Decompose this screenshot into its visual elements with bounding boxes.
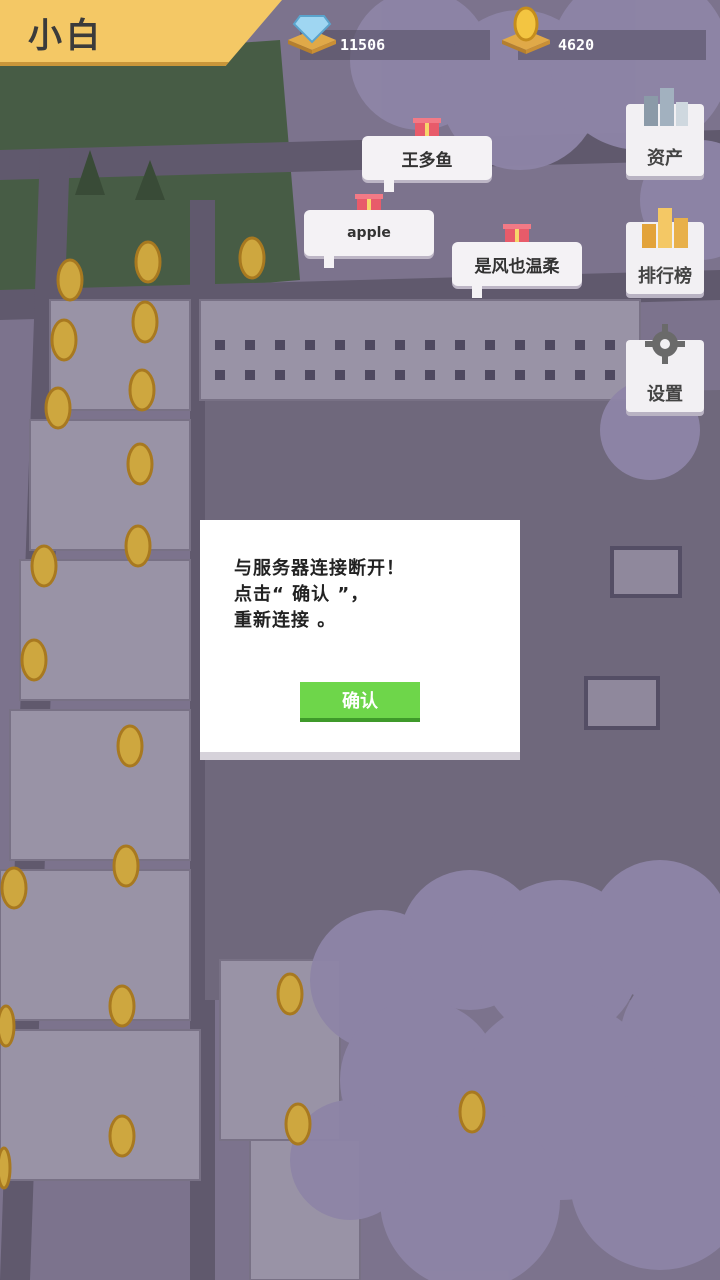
leaderboard-label: 排行榜: [638, 266, 692, 287]
player-bubble[interactable]: apple: [304, 210, 434, 268]
diamond-count: 11506: [340, 36, 386, 54]
player-bubble-name: 是风也温柔: [474, 256, 560, 277]
settings-button[interactable]: 设置: [626, 324, 704, 412]
player-bubble[interactable]: 是风也温柔: [452, 242, 582, 298]
disconnect-dialog: 与服务器连接断开！ 点击“ 确认 ”， 重新连接 。 确认: [200, 520, 520, 752]
assets-label: 资产: [647, 148, 683, 169]
confirm-button[interactable]: 确认: [300, 682, 420, 718]
gear-icon: [645, 324, 685, 364]
dialog-line: 重新连接 。: [234, 610, 337, 631]
dialog-line: 点击“ 确认 ”，: [234, 584, 370, 605]
coin-stack-icon: [502, 6, 550, 54]
dialog-message: 与服务器连接断开！ 点击“ 确认 ”， 重新连接 。: [234, 556, 405, 634]
dialog-line: 与服务器连接断开！: [234, 558, 405, 579]
buildings-icon: [644, 88, 688, 126]
assets-button[interactable]: 资产: [626, 88, 704, 176]
player-bubble[interactable]: 王多鱼: [362, 136, 492, 192]
leaderboard-button[interactable]: 排行榜: [626, 208, 704, 294]
settings-label: 设置: [647, 384, 683, 405]
player-name: 小白: [28, 16, 104, 56]
diamond-icon: [288, 15, 336, 54]
coin-count: 4620: [558, 36, 595, 54]
player-bubble-name: 王多鱼: [401, 150, 453, 171]
player-bubble-name: apple: [347, 225, 391, 241]
leaderboard-icon: [642, 208, 688, 248]
